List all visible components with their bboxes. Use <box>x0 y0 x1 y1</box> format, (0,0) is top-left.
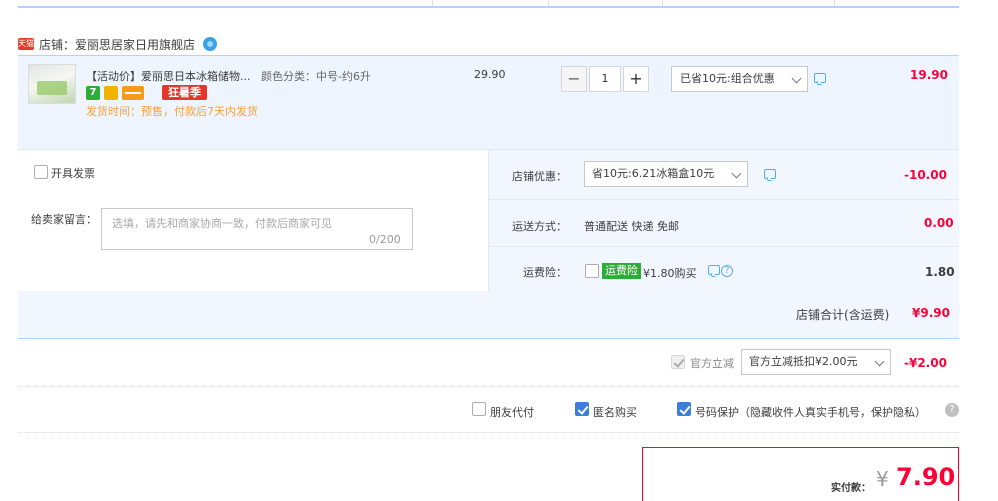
guarantee-icon <box>104 85 118 100</box>
quantity-stepper: − 1 + <box>561 66 649 92</box>
memo-label: 给卖家留言： <box>31 213 97 226</box>
anonymous-label: 匿名购买 <box>593 406 637 419</box>
shop-discount-label: 店铺优惠： <box>512 170 567 183</box>
product-badges: 7 狂暑季 <box>86 85 207 100</box>
insurance-checkbox[interactable] <box>585 264 599 278</box>
tmall-icon: 天猫 <box>18 38 34 50</box>
item-discount-select[interactable]: 已省10元:组合优惠 <box>671 66 808 92</box>
chevron-down-icon <box>731 168 742 179</box>
number-protect-checkbox[interactable] <box>677 402 691 416</box>
shop-discount-amount: -10.00 <box>904 168 947 182</box>
shop-row: 天猫 店铺：爱丽思居家日用旗舰店 <box>18 36 218 53</box>
official-discount-label: 官方立减 <box>690 357 734 370</box>
chat-icon[interactable] <box>708 265 720 275</box>
header-separator <box>432 0 433 6</box>
promo-badge: 狂暑季 <box>162 85 207 100</box>
quantity-plus-button[interactable]: + <box>623 66 649 92</box>
unit-price: 29.90 <box>474 68 506 81</box>
shipping-label: 运送方式： <box>512 220 567 233</box>
divider <box>488 149 489 291</box>
divider <box>18 432 959 433</box>
item-total: 19.90 <box>910 68 948 82</box>
insurance-label: 运费险： <box>523 266 567 279</box>
subtotal-bottom-border <box>18 338 959 339</box>
insurance-amount: 1.80 <box>925 265 955 279</box>
divider <box>18 149 959 150</box>
official-discount-amount: -¥2.00 <box>904 356 947 370</box>
divider <box>488 199 959 200</box>
wangwang-icon[interactable] <box>203 37 218 51</box>
number-protect-label: 号码保护（隐藏收件人真实手机号，保护隐私） <box>695 406 926 419</box>
divider <box>488 246 959 247</box>
shop-discount-select[interactable]: 省10元:6.21冰箱盒10元 <box>584 161 748 187</box>
divider <box>18 386 959 387</box>
chevron-down-icon <box>791 73 802 84</box>
quantity-input[interactable]: 1 <box>589 66 621 92</box>
credit-card-icon <box>122 85 144 100</box>
insurance-price: ¥1.80购买 <box>643 267 697 280</box>
quantity-minus-button[interactable]: − <box>561 66 587 92</box>
invoice-label: 开具发票 <box>51 167 95 180</box>
official-discount-value: 官方立减抵扣¥2.00元 <box>749 355 858 368</box>
shop-name-link[interactable]: 店铺：爱丽思居家日用旗舰店 <box>39 36 195 53</box>
memo-placeholder: 选填，请先和商家协商一致，付款后商家可见 <box>112 217 332 230</box>
shipping-amount: 0.00 <box>924 216 954 230</box>
official-discount-select[interactable]: 官方立减抵扣¥2.00元 <box>741 349 891 375</box>
shop-discount-value: 省10元:6.21冰箱盒10元 <box>592 167 715 180</box>
header-separator <box>548 0 549 6</box>
header-separator <box>662 0 663 6</box>
header-separator <box>834 0 835 6</box>
subtotal-label: 店铺合计(含运费) <box>796 308 890 322</box>
insurance-tag: 运费险 <box>602 263 641 279</box>
friend-pay-checkbox[interactable] <box>472 402 486 416</box>
ship-time: 发货时间：预售，付款后7天内发货 <box>86 105 258 118</box>
chevron-down-icon <box>874 356 885 367</box>
official-discount-checkbox[interactable] <box>671 355 685 369</box>
friend-pay-label: 朋友代付 <box>490 406 534 419</box>
header-underline <box>18 6 959 8</box>
payment-label: 实付款： <box>831 483 871 494</box>
seven-day-return-icon: 7 <box>86 85 100 100</box>
help-icon[interactable]: ? <box>945 403 959 417</box>
chat-icon[interactable] <box>814 73 826 83</box>
subtotal-amount: ¥9.90 <box>912 306 950 320</box>
chat-icon[interactable] <box>764 169 776 179</box>
shipping-value: 普通配送 快递 免邮 <box>584 220 679 233</box>
product-title-link[interactable]: 【活动价】爱丽思日本冰箱储物... <box>86 68 258 84</box>
invoice-checkbox[interactable] <box>34 165 48 179</box>
product-sku: 颜色分类：中号-约6升 <box>261 70 371 83</box>
payment-amount: 7.90 <box>896 463 956 491</box>
anonymous-checkbox[interactable] <box>575 402 589 416</box>
memo-char-count: 0/200 <box>369 233 401 246</box>
product-thumbnail[interactable] <box>28 64 76 104</box>
help-icon[interactable]: ? <box>721 265 733 277</box>
payment-currency: ¥ <box>876 467 889 491</box>
item-discount-value: 已省10元:组合优惠 <box>680 72 775 85</box>
